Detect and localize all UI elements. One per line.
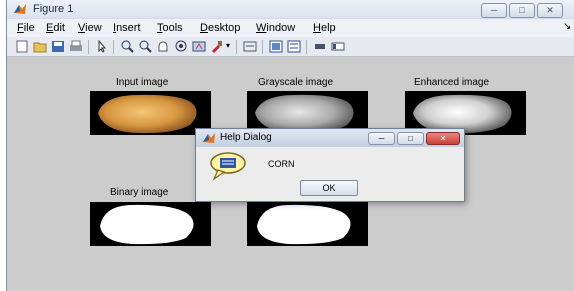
rotate-icon[interactable] xyxy=(174,40,188,53)
hide-plot-tools-icon[interactable] xyxy=(313,40,327,53)
legend-icon[interactable] xyxy=(287,40,301,53)
maximize-button[interactable]: □ xyxy=(509,3,535,18)
brush-icon[interactable] xyxy=(210,40,224,53)
dialog-titlebar: Help Dialog ─ □ ✕ xyxy=(196,129,464,147)
axes-title-grayscale: Grayscale image xyxy=(258,77,334,88)
axes-title-input: Input image xyxy=(116,77,169,88)
select-arrow-icon[interactable] xyxy=(95,40,109,53)
brush-dropdown-icon[interactable]: ▾ xyxy=(226,41,230,50)
binary-image xyxy=(90,202,211,246)
menu-help[interactable]: Help xyxy=(313,22,336,34)
close-button[interactable]: ✕ xyxy=(537,3,563,18)
save-icon[interactable] xyxy=(51,40,65,53)
pan-icon[interactable] xyxy=(156,40,170,53)
dialog-close-button[interactable]: ✕ xyxy=(426,132,460,145)
link-icon[interactable] xyxy=(243,40,257,53)
figure-window: Figure 1 ─ □ ✕ File Edit View Insert Too… xyxy=(6,0,574,291)
zoom-out-icon[interactable] xyxy=(138,40,152,53)
input-image xyxy=(90,91,211,135)
minimize-icon: ─ xyxy=(490,5,498,15)
help-speech-bubble-icon xyxy=(210,152,246,181)
dialog-title: Help Dialog xyxy=(220,132,272,143)
window-title: Figure 1 xyxy=(33,3,74,15)
toolbar-separator xyxy=(113,40,114,54)
dialog-message: CORN xyxy=(268,159,295,169)
figure-toolbar: ▾ xyxy=(7,37,574,57)
minimize-icon: ─ xyxy=(378,134,385,143)
toolbar-separator xyxy=(262,40,263,54)
toolbar-separator xyxy=(88,40,89,54)
open-file-icon[interactable] xyxy=(33,40,47,53)
maximize-icon: □ xyxy=(519,5,525,15)
toolbar-separator xyxy=(306,40,307,54)
maximize-icon: □ xyxy=(408,134,413,143)
menu-bar: File Edit View Insert Tools Desktop Wind… xyxy=(7,19,574,37)
window-titlebar: Figure 1 ─ □ ✕ xyxy=(7,0,574,18)
show-plot-tools-icon[interactable] xyxy=(331,40,345,53)
toolbar-separator xyxy=(236,40,237,54)
colorbar-icon[interactable] xyxy=(269,40,283,53)
data-cursor-icon[interactable] xyxy=(192,40,206,53)
axes-title-binary: Binary image xyxy=(110,187,169,198)
new-figure-icon[interactable] xyxy=(15,40,29,53)
close-icon: ✕ xyxy=(546,5,554,15)
help-dialog: Help Dialog ─ □ ✕ CORN OK xyxy=(195,128,465,202)
menu-view[interactable]: View xyxy=(78,22,102,34)
segmented-image xyxy=(247,202,368,246)
minimize-button[interactable]: ─ xyxy=(481,3,507,18)
dialog-maximize-button[interactable]: □ xyxy=(397,132,424,145)
print-icon[interactable] xyxy=(69,40,83,53)
menu-file[interactable]: File xyxy=(17,22,35,34)
menu-insert[interactable]: Insert xyxy=(113,22,141,34)
menu-edit[interactable]: Edit xyxy=(46,22,65,34)
menu-window[interactable]: Window xyxy=(256,22,295,34)
close-icon: ✕ xyxy=(439,134,447,143)
menu-desktop[interactable]: Desktop xyxy=(200,22,240,34)
zoom-in-icon[interactable] xyxy=(120,40,134,53)
matlab-logo-icon xyxy=(14,4,26,14)
menubar-dock-arrow-icon[interactable]: ↘ xyxy=(563,21,571,32)
ok-button[interactable]: OK xyxy=(300,180,358,196)
menu-tools[interactable]: Tools xyxy=(157,22,183,34)
axes-title-enhanced: Enhanced image xyxy=(414,77,490,88)
dialog-minimize-button[interactable]: ─ xyxy=(368,132,395,145)
matlab-logo-icon xyxy=(203,133,215,143)
